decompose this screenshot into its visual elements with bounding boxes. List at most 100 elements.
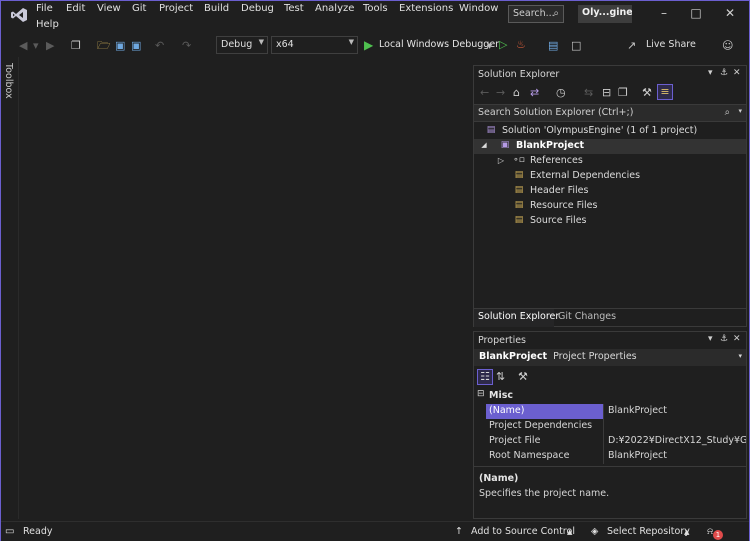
preview-selected-items-icon[interactable]: ≡	[657, 84, 673, 100]
close-pane-icon[interactable]: ✕	[733, 68, 741, 78]
start-without-debugging-icon[interactable]: ▷	[499, 38, 507, 52]
back-icon[interactable]: ←	[480, 86, 489, 100]
switch-views-icon[interactable]: ⇄	[530, 86, 539, 100]
references-icon: ∘▫	[513, 155, 525, 165]
notification-count-badge: 1	[713, 530, 723, 540]
menu-file[interactable]: File	[36, 3, 53, 14]
tree-item-resource-files[interactable]: ▤ Resource Files	[474, 199, 746, 214]
chevron-up-icon[interactable]: ▲	[567, 528, 572, 536]
tab-solution-explorer[interactable]: Solution Explorer	[478, 311, 559, 322]
play-icon[interactable]: ▶	[364, 38, 373, 52]
save-icon[interactable]: ▣	[115, 39, 125, 53]
pin-icon[interactable]: ⚓	[720, 334, 728, 344]
editor-area[interactable]	[20, 65, 470, 519]
menu-window[interactable]: Window	[459, 3, 498, 14]
properties-wrench-icon[interactable]: ⚒	[642, 86, 652, 100]
configuration-value: Debug	[221, 39, 253, 50]
chevron-up-icon[interactable]: ▲	[684, 528, 689, 536]
filter-folder-icon: ▤	[514, 185, 524, 195]
collapse-category-icon[interactable]: ⊟	[477, 389, 485, 399]
property-value[interactable]	[605, 419, 746, 434]
redo-icon[interactable]: ↷	[182, 39, 191, 53]
tree-item-references[interactable]: ▷ ∘▫ References	[474, 154, 746, 169]
forward-icon[interactable]: →	[496, 86, 505, 100]
collapsed-arrow-icon[interactable]: ▷	[495, 155, 507, 166]
back-icon[interactable]: ◀	[19, 39, 27, 53]
menu-build[interactable]: Build	[204, 3, 229, 14]
toolbox-tab[interactable]: Toolbox	[3, 63, 14, 99]
menu-project[interactable]: Project	[159, 3, 193, 14]
property-row[interactable]: Project File D:¥2022¥DirectX12_Study¥Gam…	[474, 434, 746, 449]
alphabetical-icon[interactable]: ⇅	[496, 370, 505, 384]
minimize-button[interactable]: –	[656, 6, 672, 20]
live-share-button[interactable]: Live Share	[646, 39, 696, 50]
property-value[interactable]: BlankProject	[605, 449, 746, 464]
tree-item-project[interactable]: ◢ ▣ BlankProject	[474, 139, 746, 154]
back-dropdown-icon[interactable]: ▾	[33, 39, 39, 53]
property-row[interactable]: (Name) BlankProject	[474, 404, 746, 419]
category-row[interactable]: ⊟ Misc	[474, 389, 746, 404]
object-type: Project Properties	[553, 351, 637, 362]
debugger-dropdown-icon[interactable]: ▼	[487, 39, 492, 53]
solution-name-badge[interactable]: Oly...gine	[578, 5, 632, 23]
menu-git[interactable]: Git	[132, 3, 146, 14]
pin-icon[interactable]: ⚓	[720, 68, 728, 78]
search-input[interactable]: Search... ⌕	[508, 5, 564, 23]
tree-item-external-dependencies[interactable]: ▤ External Dependencies	[474, 169, 746, 184]
browse-icon[interactable]: ▤	[548, 39, 558, 53]
menu-analyze[interactable]: Analyze	[315, 3, 354, 14]
platform-select[interactable]: x64 ▼	[271, 36, 358, 54]
live-share-icon[interactable]: ↗	[627, 39, 636, 53]
add-to-source-control-button[interactable]: Add to Source Control	[471, 526, 575, 537]
new-project-icon[interactable]: ❐	[71, 39, 81, 53]
solution-search-input[interactable]: Search Solution Explorer (Ctrl+;) ⌕ ▾	[474, 104, 746, 122]
menu-edit[interactable]: Edit	[66, 3, 85, 14]
open-folder-icon[interactable]: 🗁	[97, 39, 111, 53]
show-all-files-icon[interactable]: ❐	[618, 86, 628, 100]
select-repository-button[interactable]: Select Repository	[607, 526, 690, 537]
close-pane-icon[interactable]: ✕	[733, 334, 741, 344]
layout-icon[interactable]: □	[571, 39, 581, 53]
start-debugger-button[interactable]: Local Windows Debugger	[379, 39, 499, 50]
save-all-icon[interactable]: ▣	[131, 39, 141, 53]
hot-reload-icon[interactable]: ♨	[516, 38, 526, 52]
properties-object-selector[interactable]: BlankProject Project Properties ▾	[474, 349, 746, 366]
pending-changes-filter-icon[interactable]: ◷	[556, 86, 566, 100]
property-row[interactable]: Project Dependencies	[474, 419, 746, 434]
tree-item-source-files[interactable]: ▤ Source Files	[474, 214, 746, 229]
tree-item-header-files[interactable]: ▤ Header Files	[474, 184, 746, 199]
solution-search-placeholder: Search Solution Explorer (Ctrl+;)	[478, 107, 634, 118]
property-pages-wrench-icon[interactable]: ⚒	[518, 370, 528, 384]
tree-item-label: Source Files	[530, 215, 587, 226]
expanded-arrow-icon[interactable]: ◢	[478, 140, 490, 151]
sync-icon[interactable]: ⇆	[584, 86, 593, 100]
categorized-icon[interactable]: ☷	[477, 369, 493, 385]
configuration-select[interactable]: Debug ▼	[216, 36, 268, 54]
menu-tools[interactable]: Tools	[363, 3, 388, 14]
tree-item-solution[interactable]: ▤ Solution 'OlympusEngine' (1 of 1 proje…	[474, 124, 746, 139]
menu-test[interactable]: Test	[284, 3, 304, 14]
description-text: Specifies the project name.	[479, 488, 610, 499]
search-placeholder: Search...	[513, 8, 555, 19]
forward-icon[interactable]: ▶	[46, 39, 54, 53]
collapse-all-icon[interactable]: ⊟	[602, 86, 611, 100]
feedback-icon[interactable]: ☺	[722, 39, 733, 53]
menu-help[interactable]: Help	[36, 19, 59, 30]
tab-git-changes[interactable]: Git Changes	[558, 311, 616, 322]
pane-options-icon[interactable]: ▾	[708, 334, 713, 344]
tree-item-label: Solution 'OlympusEngine' (1 of 1 project…	[502, 125, 698, 136]
menu-debug[interactable]: Debug	[241, 3, 274, 14]
filter-folder-icon: ▤	[514, 200, 524, 210]
menu-extensions[interactable]: Extensions	[399, 3, 453, 14]
status-bar: ▭ Ready ↑ Add to Source Control ▲ ◈ Sele…	[1, 521, 749, 541]
tree-item-label: External Dependencies	[530, 170, 641, 181]
home-icon[interactable]: ⌂	[513, 86, 520, 100]
property-row[interactable]: Root Namespace BlankProject	[474, 449, 746, 464]
property-value[interactable]: BlankProject	[605, 404, 746, 419]
pane-options-icon[interactable]: ▾	[708, 68, 713, 78]
undo-icon[interactable]: ↶	[155, 39, 164, 53]
menu-view[interactable]: View	[97, 3, 121, 14]
maximize-button[interactable]: □	[688, 6, 704, 20]
close-button[interactable]: ✕	[722, 6, 738, 20]
property-value[interactable]: D:¥2022¥DirectX12_Study¥GameE	[605, 434, 746, 449]
